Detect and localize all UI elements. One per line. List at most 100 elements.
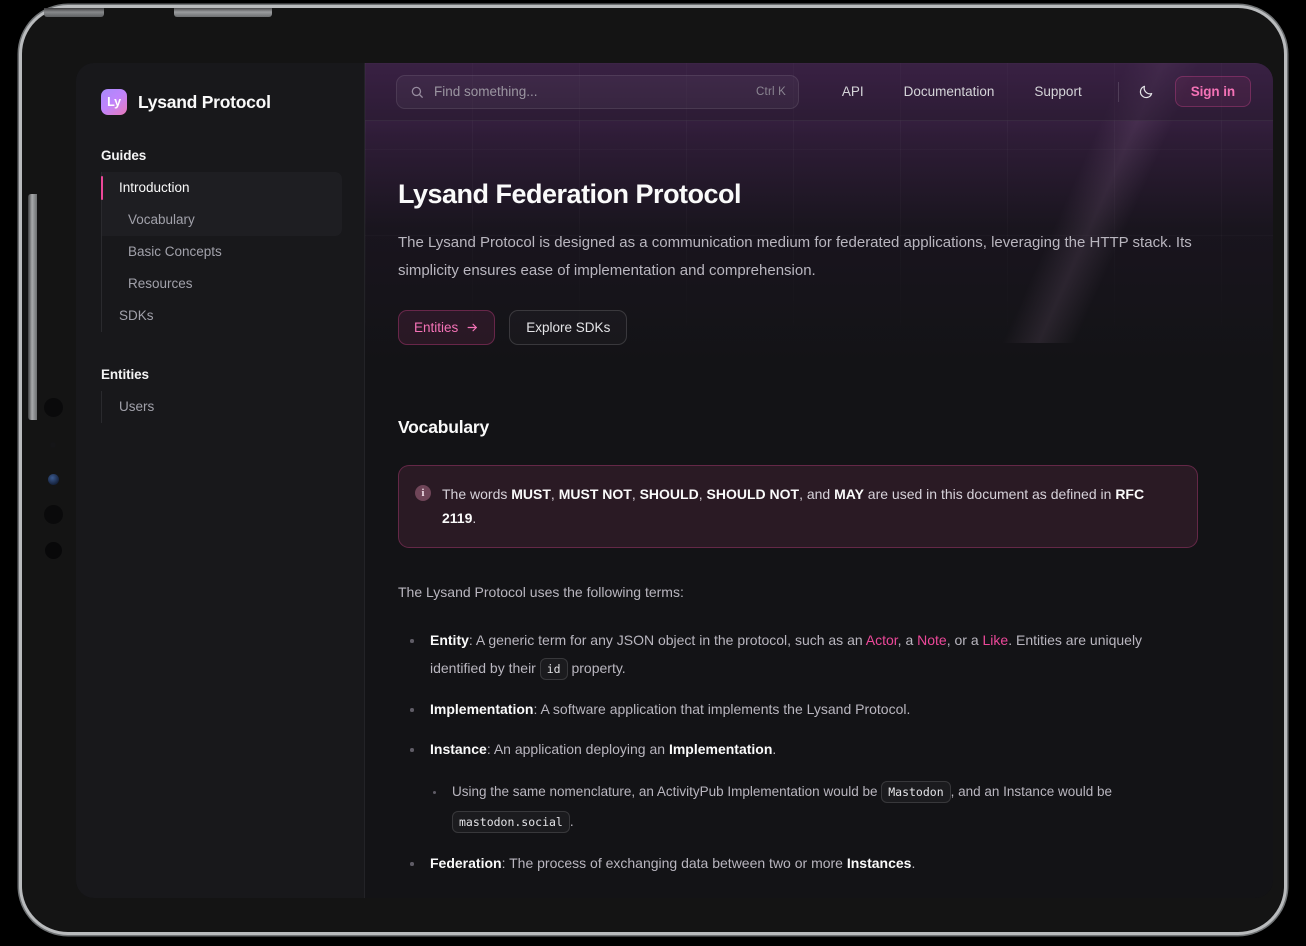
entities-button[interactable]: Entities [398,310,495,345]
sidebar-nav-list-guides: Introduction Vocabulary Basic Concepts R… [101,172,364,332]
term-link[interactable]: Note [917,632,947,648]
sidebar-nav-list-entities: Users [101,391,364,423]
screen: Ly Lysand Protocol Guides Introduction V… [76,63,1273,898]
callout-keyword: MUST NOT [559,486,632,502]
term-text-fragment: , and an Instance would be [951,784,1112,799]
term-text-fragment: : A software application that implements… [533,701,910,717]
sidebar-item-label: Basic Concepts [128,244,222,259]
callout-keyword: SHOULD [640,486,699,502]
search-input[interactable] [434,84,748,99]
sidebar-nav: Guides Introduction Vocabulary Basic Con… [76,148,364,423]
inline-code: Mastodon [881,781,950,803]
sidebar-section-entities: Entities Users [76,367,364,423]
term-name: Federation [430,855,502,871]
sidebar-section-title-guides: Guides [76,148,364,163]
moon-icon [1138,84,1154,100]
term-text-fragment: property. [568,660,626,676]
callout-text-fragment: . [472,510,476,526]
header-link-api[interactable]: API [822,84,884,99]
sidebar-section-title-entities: Entities [76,367,364,382]
term-list-item: Implementation: A software application t… [398,695,1198,723]
terms-lead-paragraph: The Lysand Protocol uses the following t… [398,580,1198,604]
header-divider [1118,82,1119,102]
sidebar-item-basic-concepts[interactable]: Basic Concepts [102,236,364,268]
callout-text-fragment: , [551,486,559,502]
callout-text-fragment: are used in this document as defined in [864,486,1115,502]
sidebar-section-guides: Guides Introduction Vocabulary Basic Con… [76,148,364,332]
sidebar-item-label: SDKs [119,308,154,323]
search-icon [410,85,424,99]
page-content: Lysand Federation Protocol The Lysand Pr… [365,121,1273,898]
term-emphasis: Implementation [669,741,772,757]
entities-button-label: Entities [414,320,458,335]
explore-sdks-button[interactable]: Explore SDKs [509,310,627,345]
device-microphone-icon [45,542,62,559]
sidebar-item-vocabulary[interactable]: Vocabulary [102,204,364,236]
term-link[interactable]: Actor [866,632,898,648]
brand[interactable]: Ly Lysand Protocol [76,63,364,121]
term-text-fragment: . [772,741,776,757]
sidebar-item-label: Users [119,399,154,414]
callout-note: i The words MUST, MUST NOT, SHOULD, SHOU… [398,465,1198,548]
callout-keyword: MUST [511,486,551,502]
term-list-item: Federation: The process of exchanging da… [398,849,1198,877]
term-name: Entity [430,632,469,648]
hero-action-buttons: Entities Explore SDKs [398,310,1198,345]
term-sub-list-item: Using the same nomenclature, an Activity… [430,777,1198,837]
callout-text-fragment: The words [442,486,511,502]
top-header-bar: Ctrl K API Documentation Support Sign in [365,63,1273,121]
term-list-item: Instance: An application deploying an Im… [398,735,1198,837]
term-text-fragment: . [570,814,574,829]
page-intro-paragraph: The Lysand Protocol is designed as a com… [398,229,1196,285]
term-name: Instance [430,741,487,757]
lysand-logo-icon: Ly [101,89,127,115]
term-sub-list: Using the same nomenclature, an Activity… [430,777,1198,837]
term-text-fragment: : The process of exchanging data between… [502,855,847,871]
term-text-fragment: , or a [947,632,983,648]
sidebar: Ly Lysand Protocol Guides Introduction V… [76,63,365,898]
device-volume-button[interactable] [28,194,37,420]
sidebar-item-introduction[interactable]: Introduction [102,172,364,204]
term-text-fragment: Using the same nomenclature, an Activity… [452,784,881,799]
callout-keyword: SHOULD NOT [707,486,800,502]
sidebar-item-users[interactable]: Users [102,391,364,423]
term-list-item: Entity: A generic term for any JSON obje… [398,626,1198,683]
device-top-button[interactable] [44,8,104,17]
term-name: Implementation [430,701,533,717]
sidebar-item-resources[interactable]: Resources [102,268,364,300]
device-power-button[interactable] [174,8,272,17]
terms-list: Entity: A generic term for any JSON obje… [398,626,1198,877]
sidebar-item-sdks[interactable]: SDKs [102,300,364,332]
term-emphasis: Instances [847,855,912,871]
brand-title: Lysand Protocol [138,92,271,113]
header-link-documentation[interactable]: Documentation [884,84,1015,99]
device-sensor-icon [50,442,56,448]
section-heading-vocabulary: Vocabulary [398,417,1198,438]
sidebar-item-label: Introduction [119,180,190,195]
sidebar-item-label: Vocabulary [128,212,195,227]
info-icon: i [415,485,431,501]
callout-keyword: MAY [834,486,864,502]
callout-text: The words MUST, MUST NOT, SHOULD, SHOULD… [442,482,1180,530]
arrow-right-icon [466,321,479,334]
term-text-fragment: : An application deploying an [487,741,669,757]
header-nav: API Documentation Support Sign in [822,76,1251,107]
signin-button[interactable]: Sign in [1175,76,1251,107]
tablet-device-frame: Ly Lysand Protocol Guides Introduction V… [22,8,1284,932]
term-link[interactable]: Like [983,632,1009,648]
device-indicator-light-icon [48,474,59,485]
callout-text-fragment: , [632,486,640,502]
theme-toggle-button[interactable] [1131,77,1161,107]
search-box[interactable]: Ctrl K [396,75,799,109]
sidebar-item-label: Resources [128,276,193,291]
term-text-fragment: : A generic term for any JSON object in … [469,632,866,648]
header-link-support[interactable]: Support [1014,84,1101,99]
device-camera-icon [44,398,63,417]
main-content-area: Ctrl K API Documentation Support Sign in [365,63,1273,898]
callout-text-fragment: , and [799,486,834,502]
device-stage: Ly Lysand Protocol Guides Introduction V… [0,0,1306,946]
search-shortcut-hint: Ctrl K [756,86,786,98]
inline-code: mastodon.social [452,811,570,833]
callout-text-fragment: , [699,486,707,502]
page-title: Lysand Federation Protocol [398,179,1198,210]
